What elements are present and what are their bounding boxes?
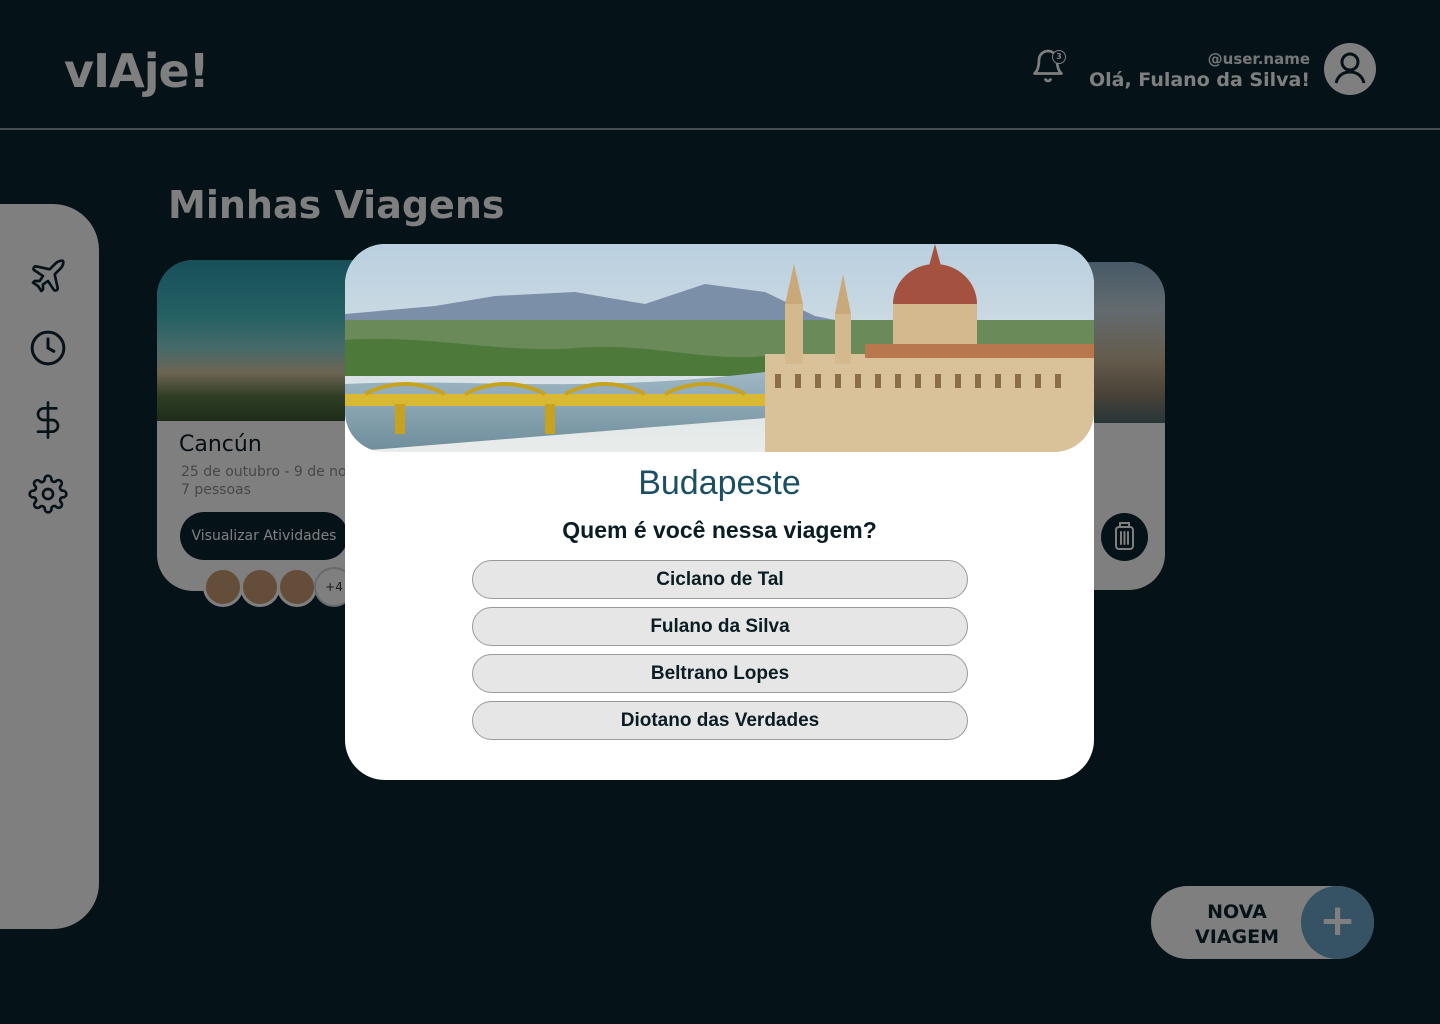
participant-option[interactable]: Diotano das Verdades [472, 701, 968, 740]
modal-city-title: Budapeste [638, 464, 801, 502]
participant-option[interactable]: Ciclano de Tal [472, 560, 968, 599]
city-photo [345, 244, 1094, 452]
participant-option[interactable]: Beltrano Lopes [472, 654, 968, 693]
participant-option[interactable]: Fulano da Silva [472, 607, 968, 646]
modal-question: Quem é você nessa viagem? [562, 517, 877, 543]
trip-role-modal: Budapeste Quem é você nessa viagem? Cicl… [345, 244, 1094, 780]
